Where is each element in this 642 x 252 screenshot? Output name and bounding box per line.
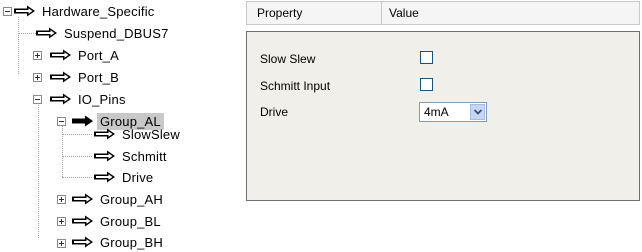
value-column-header[interactable]: Value	[389, 2, 419, 24]
collapse-icon[interactable]	[57, 117, 66, 126]
tree-node-suspend-dbus7[interactable]: Suspend_DBUS7	[36, 23, 172, 43]
tree-node-label: IO_Pins	[78, 91, 126, 107]
column-divider[interactable]	[381, 2, 382, 24]
tree-node-label: Schmitt	[122, 148, 167, 164]
right-arrow-icon	[72, 115, 94, 127]
right-arrow-icon	[72, 215, 94, 227]
tree-node-io-pins[interactable]: IO_Pins	[50, 89, 129, 109]
right-arrow-icon	[72, 236, 94, 248]
tree-connector	[38, 98, 39, 238]
tree-node-label: Port_B	[78, 69, 119, 85]
expand-icon[interactable]	[57, 239, 66, 248]
tree-view: Hardware_Specific Suspend_DBUS7 Port_A P…	[0, 0, 240, 252]
tree-node-group-bh[interactable]: Group_BH	[72, 232, 166, 252]
slow-slew-checkbox[interactable]	[420, 51, 433, 64]
tree-node-port-b[interactable]: Port_B	[50, 67, 122, 87]
drive-select[interactable]: 4mA	[419, 102, 487, 122]
tree-connector	[62, 122, 63, 177]
right-arrow-icon	[50, 49, 72, 61]
right-arrow-icon	[94, 128, 116, 140]
tree-node-label: Group_BL	[100, 213, 161, 229]
tree-node-label: Drive	[122, 169, 154, 185]
right-arrow-icon	[72, 193, 94, 205]
property-label: Drive	[260, 105, 289, 119]
property-grid: Property Value Slow Slew Schmitt Input D…	[246, 0, 640, 202]
expand-icon[interactable]	[57, 217, 66, 226]
property-row-drive: Drive 4mA	[247, 102, 639, 122]
collapse-icon[interactable]	[3, 7, 12, 16]
expand-icon[interactable]	[33, 73, 42, 82]
drive-select-value: 4mA	[424, 105, 449, 119]
schmitt-input-checkbox[interactable]	[420, 78, 433, 91]
right-arrow-icon	[94, 171, 116, 183]
tree-node-slowslew[interactable]: SlowSlew	[94, 124, 183, 144]
tree-connector	[18, 33, 36, 34]
tree-connector	[62, 177, 92, 178]
tree-connector	[62, 156, 92, 157]
tree-node-group-ah[interactable]: Group_AH	[72, 189, 166, 209]
tree-connector	[62, 134, 92, 135]
tree-node-label: Group_BH	[100, 234, 164, 250]
chevron-down-icon	[474, 109, 482, 115]
property-row-schmitt-input: Schmitt Input	[247, 76, 639, 96]
expand-icon[interactable]	[33, 51, 42, 60]
property-row-slow-slew: Slow Slew	[247, 49, 639, 69]
property-label: Schmitt Input	[260, 79, 331, 93]
tree-node-port-a[interactable]: Port_A	[50, 45, 122, 65]
tree-node-label: Suspend_DBUS7	[64, 25, 169, 41]
grid-header: Property Value	[246, 1, 640, 25]
property-label: Slow Slew	[260, 52, 316, 66]
right-arrow-icon	[50, 71, 72, 83]
collapse-icon[interactable]	[33, 95, 42, 104]
tree-node-schmitt[interactable]: Schmitt	[94, 146, 170, 166]
right-arrow-icon	[50, 93, 72, 105]
property-column-header[interactable]: Property	[257, 2, 302, 24]
expand-icon[interactable]	[57, 195, 66, 204]
tree-node-label: Hardware_Specific	[42, 3, 155, 19]
tree-node-hardware-specific[interactable]: Hardware_Specific	[14, 1, 158, 21]
tree-node-label: Port_A	[78, 47, 119, 63]
dropdown-button[interactable]	[470, 104, 485, 120]
tree-node-group-bl[interactable]: Group_BL	[72, 211, 164, 231]
tree-connector	[18, 17, 19, 74]
tree-node-drive[interactable]: Drive	[94, 167, 156, 187]
tree-node-label: Group_AH	[100, 191, 164, 207]
right-arrow-icon	[14, 5, 36, 17]
right-arrow-icon	[94, 150, 116, 162]
property-panel: Slow Slew Schmitt Input Drive 4mA	[246, 31, 640, 201]
right-arrow-icon	[36, 27, 58, 39]
tree-node-label: SlowSlew	[122, 126, 180, 142]
